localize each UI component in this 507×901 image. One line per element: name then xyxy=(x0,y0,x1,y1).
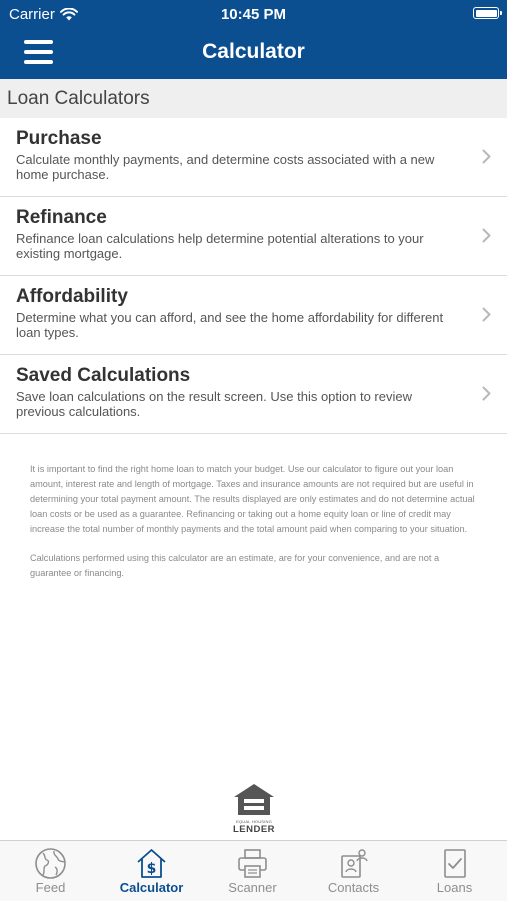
tab-loans[interactable]: Loans xyxy=(404,841,505,901)
disclaimer-paragraph: Calculations performed using this calcul… xyxy=(30,553,440,578)
tab-label: Loans xyxy=(436,880,473,895)
tab-feed[interactable]: Feed xyxy=(0,841,101,901)
house-dollar-icon: $ xyxy=(137,849,166,878)
item-title: Saved Calculations xyxy=(16,365,191,386)
list-item-refinance[interactable]: Refinance Refinance loan calculations he… xyxy=(0,197,507,276)
list-item-saved-calculations[interactable]: Saved Calculations Save loan calculation… xyxy=(0,355,507,434)
chevron-right-icon xyxy=(482,228,491,243)
printer-scanner-icon xyxy=(238,849,267,878)
page-title: Calculator xyxy=(202,40,305,63)
tab-label: Contacts xyxy=(327,880,380,895)
item-description: Calculate monthly payments, and determin… xyxy=(16,152,435,182)
status-bar: Carrier 10:45 PM xyxy=(0,0,507,30)
tab-scanner[interactable]: Scanner xyxy=(202,841,303,901)
item-title: Purchase xyxy=(16,128,102,149)
disclaimer: It is important to find the right home l… xyxy=(30,462,482,595)
tab-contacts[interactable]: Contacts xyxy=(303,841,404,901)
item-title: Refinance xyxy=(16,207,107,228)
list-item-purchase[interactable]: Purchase Calculate monthly payments, and… xyxy=(0,118,507,197)
chevron-right-icon xyxy=(482,307,491,322)
svg-text:$: $ xyxy=(147,861,157,877)
tab-label: Calculator xyxy=(119,880,184,895)
disclaimer-paragraph: It is important to find the right home l… xyxy=(30,464,475,534)
tab-label: Scanner xyxy=(228,880,277,895)
calculator-list: Purchase Calculate monthly payments, and… xyxy=(0,118,507,434)
item-description: Save loan calculations on the result scr… xyxy=(16,389,412,419)
chevron-right-icon xyxy=(482,386,491,401)
item-title: Affordability xyxy=(16,286,128,307)
tab-label: Feed xyxy=(35,880,66,895)
equal-housing-lender-logo: EQUAL HOUSING LENDER xyxy=(228,782,280,836)
document-check-icon xyxy=(444,849,466,878)
battery-icon xyxy=(473,7,502,19)
status-time: 10:45 PM xyxy=(220,6,287,23)
navigation-header: Carrier 10:45 PM Calculator xyxy=(0,0,507,79)
list-item-affordability[interactable]: Affordability Determine what you can aff… xyxy=(0,276,507,355)
tab-bar: Feed $ Calculator Scanner Contacts Loans xyxy=(0,840,507,901)
tab-calculator[interactable]: $ Calculator xyxy=(101,841,202,901)
item-description: Refinance loan calculations help determi… xyxy=(16,231,424,261)
logo-text-big: LENDER xyxy=(232,824,276,835)
globe-icon xyxy=(35,848,66,879)
contacts-icon xyxy=(341,849,368,878)
section-header: Loan Calculators xyxy=(0,79,507,118)
item-description: Determine what you can afford, and see t… xyxy=(16,310,444,340)
chevron-right-icon xyxy=(482,149,491,164)
equal-housing-house-icon xyxy=(234,784,274,815)
